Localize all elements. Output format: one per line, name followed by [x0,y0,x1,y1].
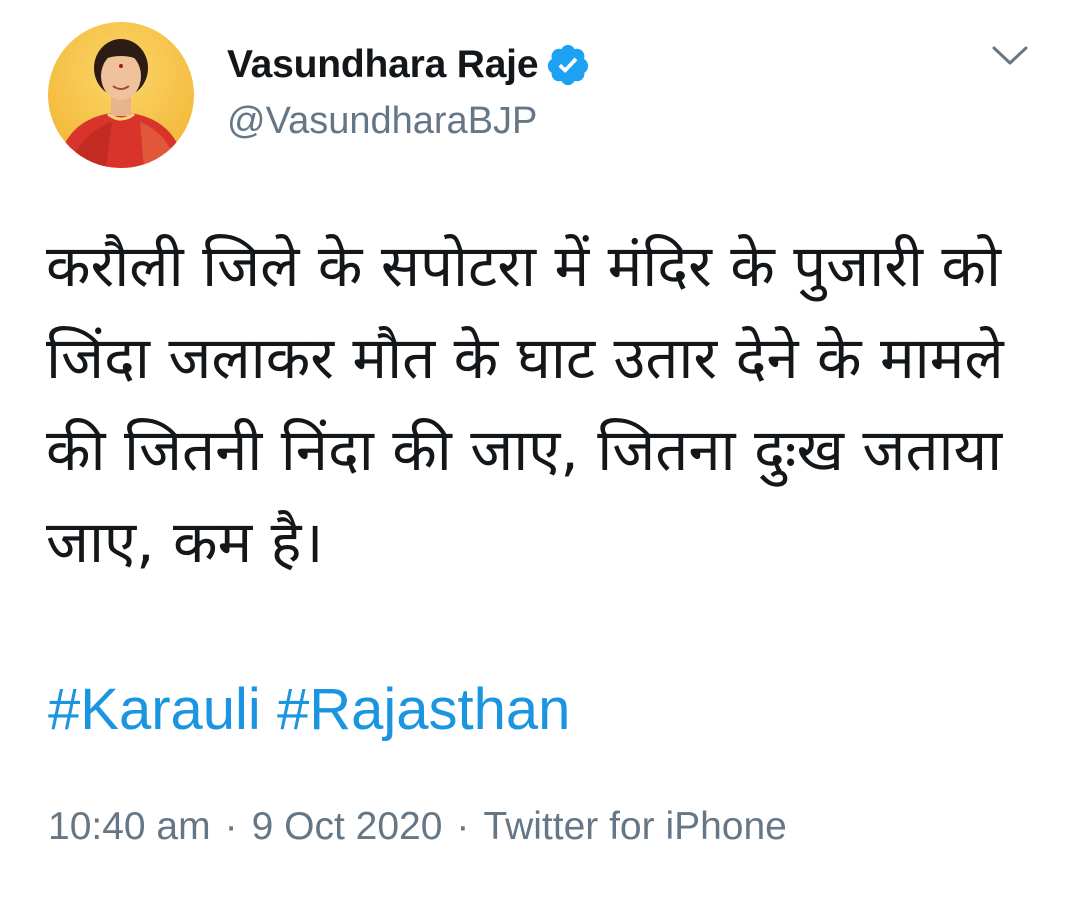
author-name[interactable]: Vasundhara Raje [227,43,539,87]
author-handle[interactable]: @VasundharaBJP [227,100,537,143]
verified-badge-icon [545,42,591,88]
hashtag-rajasthan[interactable]: #Rajasthan [277,677,570,742]
tweet-meta: 10:40 am · 9 Oct 2020 · Twitter for iPhone [48,801,787,853]
hashtags: #Karauli #Rajasthan [48,672,570,748]
tweet-text: करौली जिले के सपोटरा में मंदिर के पुजारी… [46,232,1004,576]
hashtag-karauli[interactable]: #Karauli [48,677,261,742]
avatar[interactable] [48,22,194,168]
avatar-image [48,22,194,168]
meta-separator: · [456,805,470,848]
meta-separator: · [224,805,238,848]
tweet-time[interactable]: 10:40 am [48,805,211,848]
chevron-down-icon[interactable] [988,38,1032,74]
tweet: Vasundhara Raje @VasundharaBJP करौली जिल… [0,0,1080,899]
tweet-source[interactable]: Twitter for iPhone [483,805,786,848]
tweet-date[interactable]: 9 Oct 2020 [252,805,443,848]
author-name-row: Vasundhara Raje [227,40,591,90]
